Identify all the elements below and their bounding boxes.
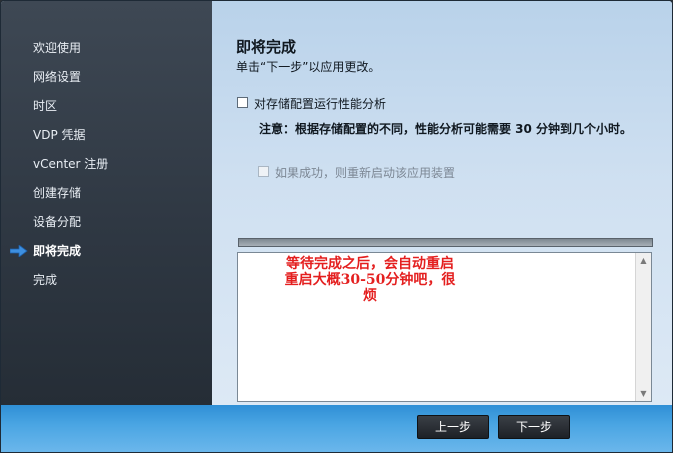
step-ready-to-complete: 即将完成	[1, 237, 212, 266]
performance-note: 注意：根据存储配置的不同，性能分析可能需要 30 分钟到几个小时。	[259, 122, 633, 136]
step-label: 设备分配	[33, 215, 82, 229]
back-button[interactable]: 上一步	[417, 415, 489, 439]
page-subtitle: 单击“下一步”以应用更改。	[236, 60, 381, 74]
annotation-line: 等待完成之后，会自动重启	[286, 256, 454, 272]
annotation-line: 烦	[363, 288, 377, 304]
step-vdp-credentials: VDP 凭据	[1, 121, 212, 150]
step-label: 时区	[33, 99, 58, 113]
step-device-allocation: 设备分配	[1, 208, 212, 237]
page-title: 即将完成	[236, 38, 297, 56]
annotation-line: 重启大概30-50分钟吧，很	[284, 272, 456, 288]
step-label: 即将完成	[33, 244, 82, 258]
step-create-storage: 创建存储	[1, 179, 212, 208]
triangle-up-icon[interactable]: ▲	[636, 253, 651, 268]
red-annotation: 等待完成之后，会自动重启 重启大概30-50分钟吧，很 烦	[260, 256, 480, 304]
wizard-footer	[1, 405, 672, 452]
step-timezone: 时区	[1, 92, 212, 121]
step-complete: 完成	[1, 266, 212, 295]
performance-analysis-label[interactable]: 对存储配置运行性能分析	[254, 95, 386, 112]
arrow-right-icon	[10, 245, 28, 257]
wizard-steps: 欢迎使用 网络设置 时区 VDP 凭据 vCenter 注册 创建存储 设备分配…	[1, 34, 212, 295]
log-scrollbar[interactable]: ▲ ▼	[635, 253, 651, 401]
step-label: VDP 凭据	[33, 128, 86, 142]
restart-appliance-label: 如果成功，则重新启动该应用装置	[275, 166, 456, 180]
performance-analysis-checkbox[interactable]	[237, 97, 248, 108]
wizard-window: 欢迎使用 网络设置 时区 VDP 凭据 vCenter 注册 创建存储 设备分配…	[0, 0, 673, 453]
step-label: 完成	[33, 273, 58, 287]
restart-appliance-checkbox	[258, 166, 269, 177]
next-button[interactable]: 下一步	[498, 415, 570, 439]
progress-bar	[238, 238, 653, 247]
step-vcenter-registration: vCenter 注册	[1, 150, 212, 179]
step-label: 欢迎使用	[33, 41, 82, 55]
wizard-sidebar: 欢迎使用 网络设置 时区 VDP 凭据 vCenter 注册 创建存储 设备分配…	[1, 1, 212, 405]
triangle-down-icon[interactable]: ▼	[636, 386, 651, 401]
log-output-box[interactable]: 等待完成之后，会自动重启 重启大概30-50分钟吧，很 烦 ▲ ▼	[237, 252, 652, 402]
step-label: 网络设置	[33, 70, 82, 84]
step-label: vCenter 注册	[33, 157, 109, 171]
step-label: 创建存储	[33, 186, 82, 200]
wizard-content: 即将完成 单击“下一步”以应用更改。 对存储配置运行性能分析 注意：根据存储配置…	[212, 1, 672, 405]
step-welcome: 欢迎使用	[1, 34, 212, 63]
step-network: 网络设置	[1, 63, 212, 92]
